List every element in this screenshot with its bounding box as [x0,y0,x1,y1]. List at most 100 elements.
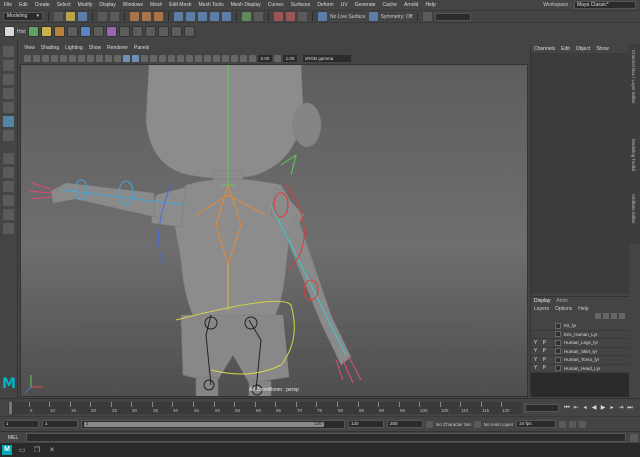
mel-label[interactable]: MEL [8,435,22,441]
animation-start-field[interactable]: 1 [3,420,39,428]
layer-color-swatch[interactable] [555,331,561,337]
channelbox-menu-show[interactable]: Show [596,46,609,52]
channel-box-content[interactable] [531,54,629,294]
multisample-aa-icon[interactable] [195,55,202,62]
layer-playback[interactable]: P [540,340,549,346]
current-frame-field[interactable] [525,404,559,412]
cone-icon[interactable] [93,26,104,37]
step-back-frame-icon[interactable]: ◂ [581,404,589,412]
menu-generate[interactable]: Generate [355,2,376,8]
tab-attribute-editor[interactable]: Attribute Editor [631,194,636,224]
layer-visibility[interactable]: Y [531,340,540,346]
channelbox-menu-channels[interactable]: Channels [534,46,555,52]
construction-history-icon[interactable] [254,12,263,21]
superellipse-icon[interactable] [119,26,130,37]
motion-blur-icon[interactable] [186,55,193,62]
viewport-menu-panels[interactable]: Panels [134,45,149,51]
redo-icon[interactable] [110,12,119,21]
layer-menu-help[interactable]: Help [578,306,588,312]
move-layer-up-icon[interactable] [595,313,601,319]
field-chart-icon[interactable] [96,55,103,62]
range-bar[interactable]: 1 120 [81,420,345,429]
scale-tool-icon[interactable] [3,116,14,127]
extrude-icon[interactable] [171,26,182,37]
snap-curve-icon[interactable] [186,12,195,21]
xray-icon[interactable] [222,55,229,62]
film-gate-icon[interactable] [69,55,76,62]
anim-layer-label[interactable]: No Anim Layer [484,422,514,427]
new-layer-empty-icon[interactable] [611,313,617,319]
four-view-layout-icon[interactable] [3,167,14,178]
cube-icon[interactable] [41,26,52,37]
menu-cache[interactable]: Cache [383,2,397,8]
persp-graph-layout-icon[interactable] [3,195,14,206]
layer-playback[interactable]: P [540,357,549,363]
screen-space-ao-icon[interactable] [177,55,184,62]
menu-mesh-display[interactable]: Mesh Display [231,2,261,8]
menu-edit-mesh[interactable]: Edit Mesh [169,2,191,8]
xray-components-icon[interactable] [240,55,247,62]
viewport-persp[interactable]: Alt ZoomBoom : persp [20,64,528,397]
undo-icon[interactable] [98,12,107,21]
loop-icon[interactable] [559,421,566,428]
menu-mesh-tools[interactable]: Mesh Tools [199,2,224,8]
tab-anim[interactable]: Anim [556,298,567,304]
layer-color-swatch[interactable] [555,348,561,354]
menu-modify[interactable]: Modify [78,2,93,8]
script-editor-icon[interactable] [630,434,638,442]
exposure-icon[interactable] [249,55,256,62]
shelf-tab-label[interactable]: Hist [17,29,26,35]
viewport-menu-view[interactable]: View [24,45,35,51]
grid-icon[interactable] [60,55,67,62]
fps-dropdown[interactable]: 24 fps [516,420,556,428]
menu-set-dropdown[interactable]: Modeling▾ [3,12,43,21]
menu-display[interactable]: Display [99,2,115,8]
hypershade-layout-icon[interactable] [3,209,14,220]
layer-playback[interactable]: P [540,348,549,354]
new-scene-icon[interactable] [54,12,63,21]
combine-icon[interactable] [132,26,143,37]
paint-select-icon[interactable] [3,74,14,85]
menu-deform[interactable]: Deform [317,2,333,8]
layer-color-swatch[interactable] [555,340,561,346]
viewport-menu-renderer[interactable]: Renderer [107,45,128,51]
select-object-icon[interactable] [142,12,151,21]
menu-mesh[interactable]: Mesh [150,2,162,8]
save-scene-icon[interactable] [78,12,87,21]
move-tool-icon[interactable] [3,88,14,99]
snap-point-icon[interactable] [198,12,207,21]
colorspace-dropdown[interactable]: sRGB gamma [303,55,351,62]
layer-visibility[interactable]: Y [531,348,540,354]
bevel-icon[interactable] [184,26,195,37]
go-to-end-icon[interactable]: ⏭ [626,404,634,412]
play-forward-icon[interactable]: ▶ [599,404,607,412]
minimize-icon[interactable]: ▭ [17,446,27,454]
sign-in-icon[interactable] [423,12,432,21]
snap-grid-icon[interactable] [174,12,183,21]
layer-color-swatch[interactable] [555,357,561,363]
close-icon[interactable]: ✕ [47,446,57,454]
menu-windows[interactable]: Windows [123,2,143,8]
menu-create[interactable]: Create [35,2,50,8]
single-perspective-layout-icon[interactable] [3,153,14,164]
persp-outliner-layout-icon[interactable] [3,181,14,192]
last-tool-icon[interactable] [3,130,14,141]
layer-row[interactable]: Y P Human_Torso_lyr [531,356,629,365]
snap-plane-icon[interactable] [210,12,219,21]
symmetry-icon[interactable] [369,12,378,21]
maya-taskbar-icon[interactable]: M [2,445,12,455]
animation-end-field[interactable]: 200 [387,420,423,428]
character-set-label[interactable]: No Character Set [436,422,471,427]
move-layer-down-icon[interactable] [603,313,609,319]
menu-surfaces[interactable]: Surfaces [291,2,311,8]
layer-row[interactable]: Y P Human_Legs_lyr [531,339,629,348]
image-plane-icon[interactable] [51,55,58,62]
select-tool-icon[interactable] [3,46,14,57]
playback-start-field[interactable]: 1 [42,420,78,428]
select-hierarchy-icon[interactable] [130,12,139,21]
mel-input[interactable] [26,433,626,442]
playback-end-field[interactable]: 120 [348,420,384,428]
layer-menu-layers[interactable]: Layers [534,306,549,312]
gate-mask-icon[interactable] [87,55,94,62]
shadows-icon[interactable] [168,55,175,62]
